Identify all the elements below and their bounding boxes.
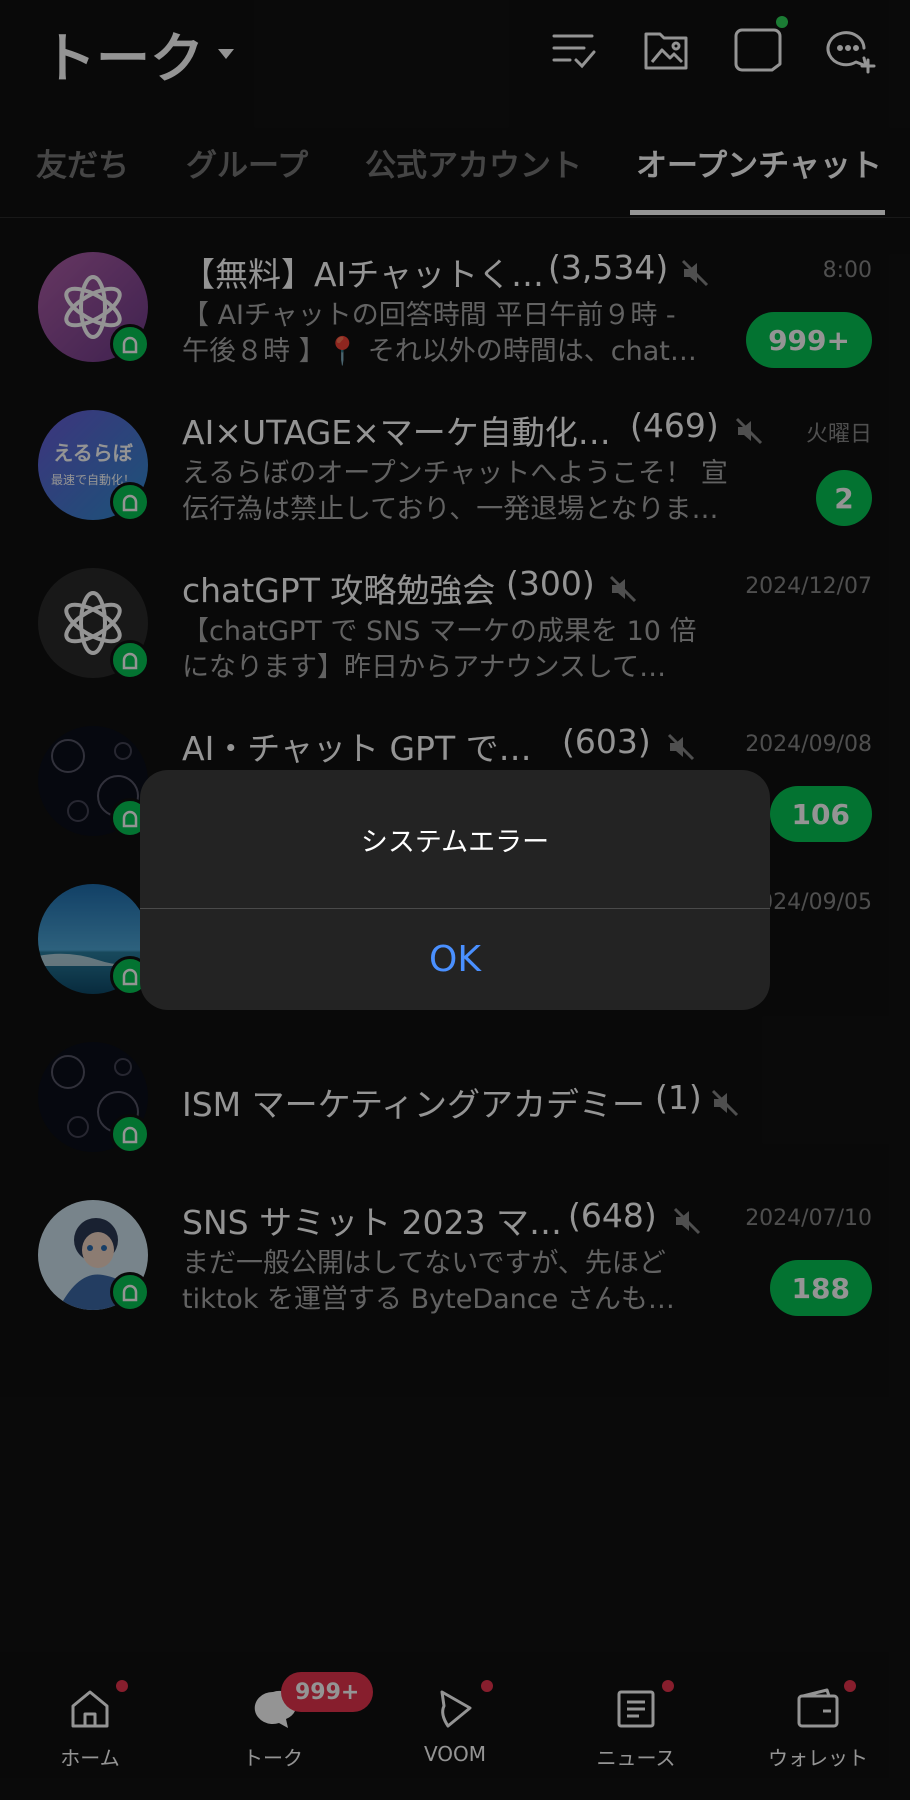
error-alert-dialog: システムエラー OK [140,770,770,1010]
ok-button[interactable]: OK [140,909,770,1010]
alert-message: システムエラー [360,827,550,858]
app-root: トーク 友だち グループ 公式アカウント オープンチャット 【無料】AIチャット… [0,0,910,1800]
